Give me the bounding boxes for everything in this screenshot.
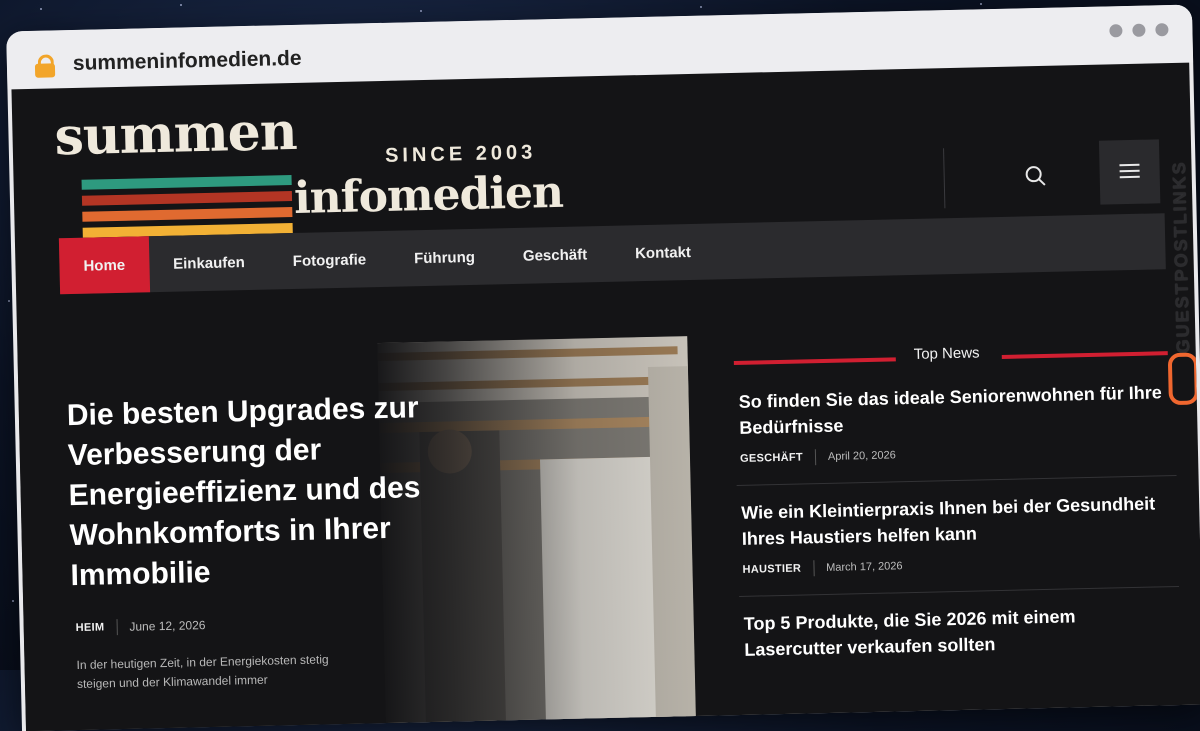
browser-window: summeninfomedien.de summen SINCE 2003 in… bbox=[6, 4, 1200, 731]
featured-article[interactable]: Die besten Upgrades zur Verbesserung der… bbox=[17, 335, 707, 731]
hamburger-menu-icon[interactable] bbox=[1098, 139, 1161, 205]
nav-item-fotografie[interactable]: Fotografie bbox=[268, 231, 391, 290]
featured-excerpt: In der heutigen Zeit, in der Energiekost… bbox=[76, 652, 329, 692]
post-date: June 12, 2026 bbox=[129, 618, 206, 634]
link-icon bbox=[1167, 352, 1199, 406]
logo-line1: summen bbox=[53, 100, 298, 168]
window-dot-icon[interactable] bbox=[1155, 23, 1169, 37]
featured-meta: HEIM June 12, 2026 bbox=[76, 617, 206, 636]
logo-since: SINCE 2003 bbox=[384, 141, 537, 167]
watermark-text: GUESTPOSTLINKS bbox=[1168, 160, 1194, 354]
logo-stripe-1 bbox=[81, 175, 292, 190]
post-date: April 20, 2026 bbox=[827, 449, 896, 463]
nav-item-kontakt[interactable]: Kontakt bbox=[610, 223, 715, 281]
news-title[interactable]: So finden Sie das ideale Seniorenwohnen … bbox=[738, 379, 1171, 441]
nav-item-geschaeft[interactable]: Geschäft bbox=[498, 226, 611, 285]
news-title[interactable]: Wie ein Kleintierpraxis Ihnen bei der Ge… bbox=[741, 490, 1174, 552]
guestpostlinks-watermark: GUESTPOSTLINKS bbox=[1161, 122, 1200, 423]
address-bar[interactable]: summeninfomedien.de bbox=[73, 47, 302, 76]
top-news-heading: Top News bbox=[913, 344, 980, 363]
window-dot-icon[interactable] bbox=[1109, 24, 1123, 38]
logo-stripe-2 bbox=[81, 191, 293, 206]
window-dot-icon[interactable] bbox=[1132, 23, 1146, 37]
window-controls bbox=[1109, 23, 1169, 38]
search-icon[interactable] bbox=[1023, 164, 1048, 189]
site-logo[interactable]: summen SINCE 2003 infomedien bbox=[54, 94, 597, 241]
list-item[interactable]: Top 5 Produkte, die Sie 2026 mit einem L… bbox=[739, 587, 1181, 691]
category-tag[interactable]: HEIM bbox=[76, 621, 105, 634]
news-title[interactable]: Top 5 Produkte, die Sie 2026 mit einem L… bbox=[743, 601, 1176, 663]
post-date: March 17, 2026 bbox=[826, 560, 903, 574]
top-news-widget: Top News So finden Sie das ideale Senior… bbox=[733, 325, 1181, 691]
header-divider bbox=[943, 148, 946, 209]
lock-icon bbox=[34, 54, 56, 78]
list-item[interactable]: So finden Sie das ideale Seniorenwohnen … bbox=[734, 365, 1177, 486]
logo-stripe-3 bbox=[82, 207, 293, 222]
nav-item-fuehrung[interactable]: Führung bbox=[389, 228, 499, 286]
website-page: summen SINCE 2003 infomedien Home Einkau… bbox=[11, 62, 1200, 731]
nav-item-einkaufen[interactable]: Einkaufen bbox=[149, 234, 270, 293]
category-tag[interactable]: HAUSTIER bbox=[742, 563, 801, 576]
category-tag[interactable]: GESCHÄFT bbox=[740, 451, 803, 464]
list-item[interactable]: Wie ein Kleintierpraxis Ihnen bei der Ge… bbox=[736, 476, 1180, 597]
nav-item-home[interactable]: Home bbox=[58, 236, 150, 295]
featured-title[interactable]: Die besten Upgrades zur Verbesserung der… bbox=[66, 388, 430, 596]
logo-line2: infomedien bbox=[293, 166, 564, 224]
